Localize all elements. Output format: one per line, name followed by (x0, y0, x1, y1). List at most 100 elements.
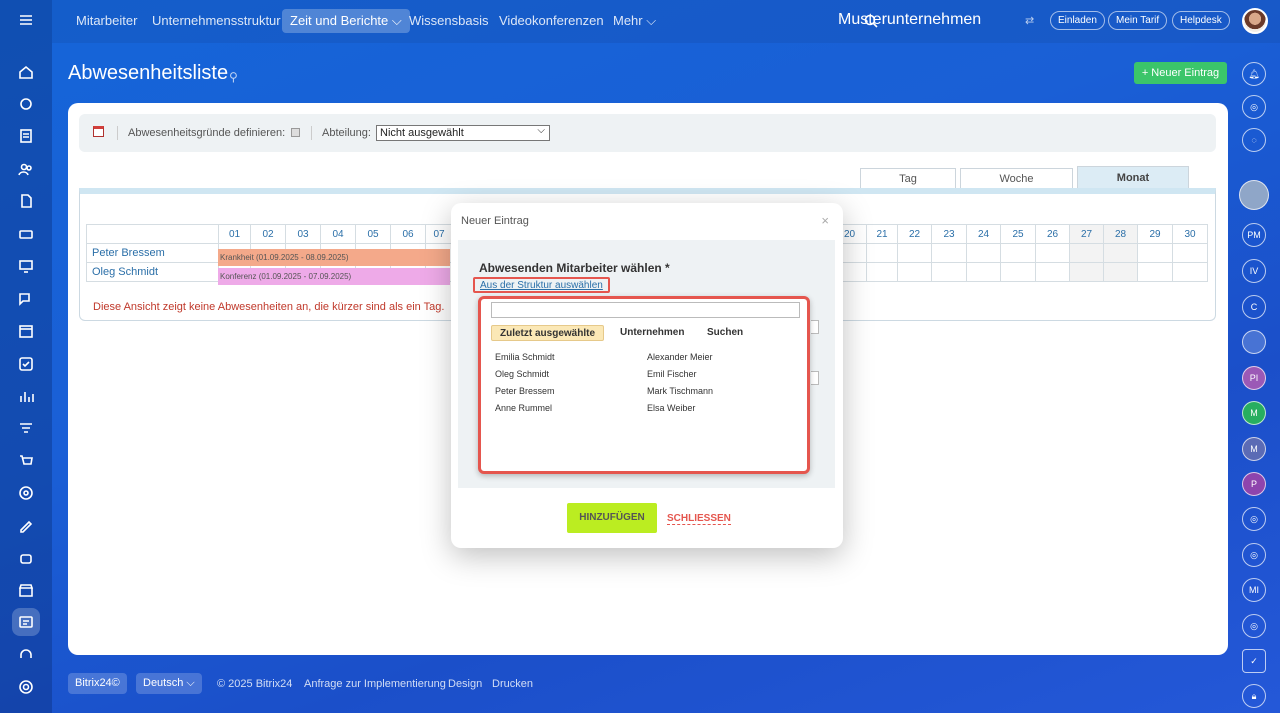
person-item[interactable]: Anne Rummel (495, 403, 552, 413)
nav-employees[interactable]: Mitarbeiter (68, 9, 145, 33)
employee-label: Abwesenden Mitarbeiter wählen * (479, 261, 670, 275)
picker-tab-search[interactable]: Suchen (699, 325, 751, 341)
swap-icon[interactable]: ⇄ (1025, 14, 1034, 27)
analytics-icon[interactable] (12, 382, 40, 410)
divider (117, 126, 118, 140)
timeman-icon[interactable] (12, 608, 40, 636)
grid-corner (86, 224, 219, 244)
contact-m[interactable]: M (1242, 401, 1266, 425)
pin-icon[interactable]: ⚲ (229, 70, 238, 84)
absence-bar-conference[interactable]: Konferenz (01.09.2025 - 07.09.2025) (218, 268, 450, 285)
calendar-icon-small[interactable] (93, 126, 104, 137)
headset-icon[interactable] (12, 641, 40, 669)
divider (311, 126, 312, 140)
user-avatar[interactable] (1242, 8, 1268, 34)
structure-link[interactable]: Aus der Struktur auswählen (473, 277, 610, 293)
contact-avatar[interactable] (1239, 180, 1269, 210)
day-header: 05 (355, 224, 391, 244)
settings-icon[interactable] (12, 673, 40, 701)
documents-icon[interactable] (12, 187, 40, 215)
tasks-icon[interactable] (12, 122, 40, 150)
board-icon[interactable] (12, 252, 40, 280)
hidden-field-edge (811, 371, 819, 385)
person-item[interactable]: Elsa Weiber (647, 403, 695, 413)
contact-iv[interactable]: IV (1242, 259, 1266, 283)
brand-button[interactable]: Bitrix24© (68, 673, 127, 694)
employee-peter-bressem[interactable]: Peter Bressem (86, 243, 219, 263)
bell-icon[interactable]: 🔔︎ (1242, 62, 1266, 86)
channel-icon[interactable]: ◎ (1242, 507, 1266, 531)
feed-icon[interactable] (12, 90, 40, 118)
nav-company-structure[interactable]: Unternehmensstruktur (144, 9, 289, 33)
contact-c[interactable]: C (1242, 295, 1266, 319)
day-header: 03 (285, 224, 321, 244)
employee-picker: Zuletzt ausgewählte Unternehmen Suchen E… (478, 296, 810, 474)
language-select[interactable]: Deutsch ⌵ (136, 673, 202, 694)
add-button[interactable]: HINZUFÜGEN (567, 503, 657, 533)
day-header: 26 (1035, 224, 1070, 244)
picker-search-input[interactable] (491, 302, 800, 318)
nav-more[interactable]: Mehr ⌵ (605, 9, 664, 33)
chat-icon[interactable] (12, 285, 40, 313)
view-note: Diese Ansicht zeigt keine Abwesenheiten … (93, 301, 445, 313)
home-icon[interactable] (12, 58, 40, 86)
copilot-icon[interactable]: ◎ (1242, 95, 1266, 119)
day-header: 25 (1000, 224, 1036, 244)
store-icon[interactable] (12, 576, 40, 604)
person-item[interactable]: Alexander Meier (647, 352, 713, 362)
shop-icon[interactable] (12, 447, 40, 475)
contact-avatar-2[interactable] (1242, 330, 1266, 354)
menu-icon[interactable] (12, 6, 40, 34)
implementation-link[interactable]: Anfrage zur Implementierung (304, 678, 446, 690)
person-item[interactable]: Peter Bressem (495, 386, 555, 396)
person-item[interactable]: Emilia Schmidt (495, 352, 555, 362)
lock-icon[interactable]: 🔒︎ (1242, 684, 1266, 708)
checklist-icon[interactable] (12, 350, 40, 378)
person-item[interactable]: Oleg Schmidt (495, 369, 549, 379)
tab-day[interactable]: Tag (860, 168, 956, 189)
calendar-icon[interactable] (12, 317, 40, 345)
person-item[interactable]: Mark Tischmann (647, 386, 713, 396)
contact-pm[interactable]: PM (1242, 223, 1266, 247)
contacts-icon[interactable] (12, 155, 40, 183)
absence-bar-illness[interactable]: Krankheit (01.09.2025 - 08.09.2025) (218, 249, 450, 266)
print-link[interactable]: Drucken (492, 678, 533, 690)
department-select[interactable]: Nicht ausgewählt (376, 124, 550, 141)
channel-icon-3[interactable]: ◎ (1242, 614, 1266, 638)
day-header: 04 (320, 224, 356, 244)
contact-pi[interactable]: PI (1242, 366, 1266, 390)
person-item[interactable]: Emil Fischer (647, 369, 697, 379)
contact-mi[interactable]: MI (1242, 578, 1266, 602)
close-icon[interactable]: × (821, 213, 829, 228)
target-icon[interactable] (12, 479, 40, 507)
new-entry-button[interactable]: + Neuer Eintrag (1134, 62, 1227, 84)
funnel-icon[interactable] (12, 415, 40, 443)
close-button[interactable]: SCHLIESSEN (667, 513, 731, 525)
tab-week[interactable]: Woche (960, 168, 1073, 189)
tab-month[interactable]: Monat (1077, 166, 1189, 189)
picker-tab-company[interactable]: Unternehmen (612, 325, 692, 341)
contact-m-2[interactable]: M (1242, 437, 1266, 461)
reasons-checkbox[interactable] (291, 128, 300, 137)
messenger-icon[interactable]: ◌ (1242, 128, 1266, 152)
robot-icon[interactable] (12, 544, 40, 572)
nav-time-reports[interactable]: Zeit und Berichte ⌵ (282, 9, 410, 33)
helpdesk-button[interactable]: Helpdesk (1172, 11, 1230, 30)
contact-p[interactable]: P (1242, 472, 1266, 496)
day-header: 22 (897, 224, 932, 244)
channel-icon-2[interactable]: ◎ (1242, 543, 1266, 567)
nav-knowledge-base[interactable]: Wissensbasis (401, 9, 496, 33)
dialog-body: Abwesenden Mitarbeiter wählen * Aus der … (458, 240, 835, 488)
company-name[interactable]: Musterunternehmen (838, 11, 981, 29)
tariff-button[interactable]: Mein Tarif (1108, 11, 1168, 30)
employee-oleg-schmidt[interactable]: Oleg Schmidt (86, 262, 219, 282)
day-header: 01 (218, 224, 251, 244)
nav-video-conferences[interactable]: Videokonferenzen (491, 9, 612, 33)
invite-button[interactable]: Einladen (1050, 11, 1105, 30)
sign-icon[interactable] (12, 511, 40, 539)
tasks-check-icon[interactable]: ✓ (1242, 649, 1266, 673)
design-link[interactable]: Design (448, 678, 482, 690)
drive-icon[interactable] (12, 220, 40, 248)
picker-tab-recent[interactable]: Zuletzt ausgewählte (491, 325, 605, 341)
reasons-label: Abwesenheitsgründe definieren: (128, 127, 286, 139)
